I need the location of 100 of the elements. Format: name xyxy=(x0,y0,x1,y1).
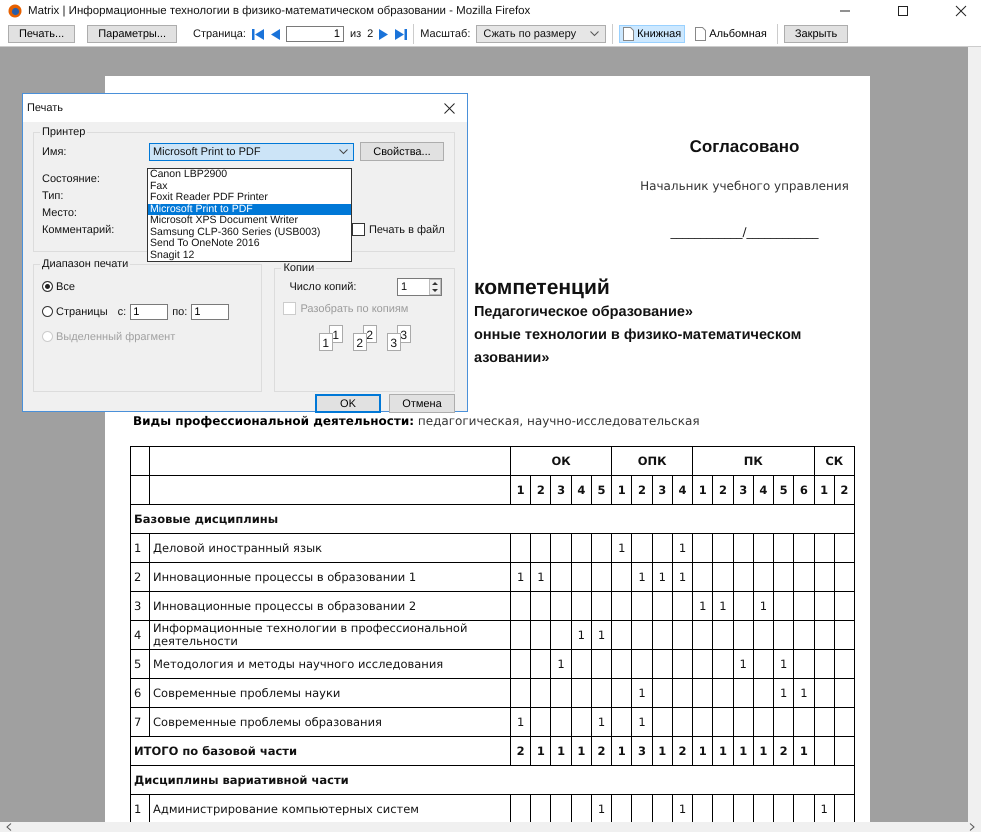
printer-option[interactable]: Canon LBP2900 xyxy=(148,169,351,180)
range-radio[interactable]: Все xyxy=(42,280,75,292)
discipline-name: Современные проблемы образования xyxy=(150,708,510,736)
column-group-header: ОПК xyxy=(612,446,693,476)
row-number: 3 xyxy=(130,592,150,620)
ok-button[interactable]: OK xyxy=(315,394,381,413)
info-label: Тип: xyxy=(42,190,64,202)
page-icon xyxy=(623,27,634,41)
page-number-field[interactable]: 1 xyxy=(286,26,344,42)
table-cell: 1 xyxy=(753,736,774,766)
group-label: Копии xyxy=(282,262,316,274)
column-header: 4 xyxy=(571,476,592,504)
spin-arrows-icon xyxy=(429,279,441,295)
column-header: 3 xyxy=(550,476,572,504)
table-cell: 1 xyxy=(530,562,551,592)
column-header: 5 xyxy=(591,476,612,504)
table-cell: 1 xyxy=(692,592,713,620)
column-header: 3 xyxy=(652,476,672,504)
from-label: с: xyxy=(118,306,126,318)
dialog-title: Печать xyxy=(27,102,64,114)
printer-option[interactable]: Foxit Reader PDF Printer xyxy=(148,192,351,204)
table-cell: 1 xyxy=(692,736,713,766)
table-cell: 2 xyxy=(672,736,693,766)
to-page-field[interactable]: 1 xyxy=(191,304,230,320)
column-header: 4 xyxy=(672,476,693,504)
orientation-toggle[interactable]: Альбомная xyxy=(691,25,771,43)
row-number: 2 xyxy=(130,562,150,592)
column-header: 2 xyxy=(632,476,652,504)
group-label: Принтер xyxy=(41,126,86,138)
column-header: 1 xyxy=(510,476,531,504)
close-icon[interactable] xyxy=(955,5,967,17)
page-setup-button[interactable]: Параметры... xyxy=(87,25,178,43)
previous-page-icon[interactable] xyxy=(270,28,280,40)
table-cell: 1 xyxy=(550,736,572,766)
scroll-left-icon[interactable] xyxy=(6,823,12,831)
maximize-icon[interactable] xyxy=(897,5,909,17)
table-cell: 1 xyxy=(530,736,551,766)
column-header: 5 xyxy=(774,476,794,504)
close-icon[interactable] xyxy=(444,102,455,114)
scroll-right-icon[interactable] xyxy=(969,823,975,831)
printer-option[interactable]: Snagit 12 xyxy=(148,250,351,261)
discipline-name: Информационные технологии в профессиональной деятельности xyxy=(150,620,510,650)
printer-dropdown[interactable]: Microsoft Print to PDF xyxy=(149,142,354,160)
table-cell: 1 xyxy=(733,650,754,678)
table-cell: 1 xyxy=(591,708,612,736)
discipline-name: Методология и методы научного исследования xyxy=(150,650,510,678)
browser-logo-icon xyxy=(8,4,22,18)
close-button[interactable]: Закрыть xyxy=(784,25,848,43)
discipline-name: Современные проблемы науки xyxy=(150,678,510,708)
printer-option[interactable]: Fax xyxy=(148,180,351,192)
range-radio[interactable]: Страницы xyxy=(42,306,108,318)
section-header: Базовые дисциплины xyxy=(130,504,854,534)
copies-label: Число копий: xyxy=(289,281,356,293)
section-header: Дисциплины вариативной части xyxy=(130,766,854,794)
print-button[interactable]: Печать... xyxy=(8,25,76,43)
table-cell: 1 xyxy=(510,708,531,736)
printer-option[interactable]: Samsung CLP-360 Series (USB003) xyxy=(148,226,351,238)
properties-button[interactable]: Свойства... xyxy=(360,142,444,161)
table-cell: 1 xyxy=(612,534,632,562)
orientation-toggle[interactable]: Книжная xyxy=(619,25,686,43)
page-label: Страница: xyxy=(193,28,246,40)
table-cell: 1 xyxy=(712,736,734,766)
table-cell: 1 xyxy=(712,592,734,620)
column-header: 1 xyxy=(612,476,632,504)
column-group-header: СК xyxy=(814,446,854,476)
printer-option[interactable]: Microsoft Print to PDF xyxy=(148,204,351,215)
column-header: 2 xyxy=(712,476,734,504)
table-cell: 1 xyxy=(510,562,531,592)
scale-dropdown[interactable]: Сжать по размеру xyxy=(476,25,606,43)
copies-spinner[interactable]: 1 xyxy=(397,278,442,296)
approval-title: Согласовано xyxy=(688,137,800,157)
discipline-name: Деловой иностранный язык xyxy=(150,534,510,562)
table-cell: 1 xyxy=(733,736,754,766)
cancel-button[interactable]: Отмена xyxy=(389,394,455,413)
column-group-header: ОК xyxy=(510,446,612,476)
next-page-icon[interactable] xyxy=(379,28,390,40)
table-cell: 1 xyxy=(652,562,672,592)
table-cell: 1 xyxy=(571,620,592,650)
table-cell: 1 xyxy=(672,534,693,562)
collate-page: 3 xyxy=(386,333,401,351)
table-cell: 1 xyxy=(591,620,612,650)
column-header: 1 xyxy=(814,476,834,504)
table-cell: 2 xyxy=(591,736,612,766)
printer-option[interactable]: Send To OneNote 2016 xyxy=(148,238,351,250)
approver-title: Начальник учебного управления xyxy=(639,179,850,193)
last-page-icon[interactable] xyxy=(395,28,408,40)
info-label: Место: xyxy=(42,206,78,218)
row-number: 7 xyxy=(130,708,150,736)
table-cell: 1 xyxy=(632,678,652,708)
info-label: Комментарий: xyxy=(42,224,116,236)
column-header: 3 xyxy=(733,476,754,504)
from-page-field[interactable]: 1 xyxy=(130,304,168,320)
first-page-icon[interactable] xyxy=(252,28,264,40)
print-to-file-checkbox[interactable]: Печать в файл xyxy=(352,223,445,236)
page-icon xyxy=(695,27,706,41)
table-cell: 1 xyxy=(632,708,652,736)
column-header: 6 xyxy=(794,476,814,504)
printer-option[interactable]: Microsoft XPS Document Writer xyxy=(148,215,351,226)
table-cell: 2 xyxy=(774,736,794,766)
name-label: Имя: xyxy=(42,146,68,158)
